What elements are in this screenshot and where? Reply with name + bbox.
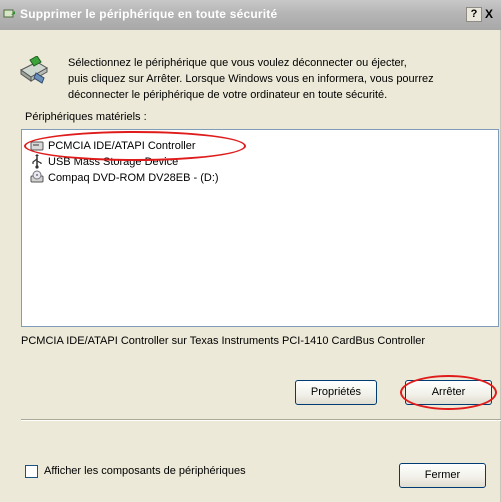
close-button[interactable]: Fermer <box>399 463 486 488</box>
usb-icon <box>32 154 42 169</box>
hardware-devices-list[interactable]: PCMCIA IDE/ATAPI Controller USB Mass Sto… <box>21 129 499 327</box>
dvd-drive-icon <box>30 170 44 183</box>
intro-line: déconnecter le périphérique de votre ord… <box>68 89 388 101</box>
safely-remove-hardware-icon <box>3 9 15 18</box>
hardware-devices-label: Périphériques matériels : <box>25 111 147 123</box>
show-components-checkbox[interactable] <box>25 465 38 478</box>
divider <box>21 419 501 421</box>
pcmcia-card-icon <box>30 141 44 151</box>
safely-remove-hardware-dialog: Supprimer le périphérique en toute sécur… <box>0 0 501 502</box>
list-item-label: USB Mass Storage Device <box>48 156 179 168</box>
close-window-button[interactable]: X <box>485 7 501 22</box>
list-item-label: PCMCIA IDE/ATAPI Controller <box>48 140 196 152</box>
show-components-label: Afficher les composants de périphériques <box>44 465 246 477</box>
intro-line: puis cliquez sur Arrêter. Lorsque Window… <box>68 73 434 85</box>
safely-remove-hardware-icon <box>20 56 48 84</box>
list-item-label: Compaq DVD-ROM DV28EB - (D:) <box>48 172 219 184</box>
properties-button[interactable]: Propriétés <box>295 380 377 405</box>
intro-line: Sélectionnez le périphérique que vous vo… <box>68 57 407 69</box>
selected-device-description: PCMCIA IDE/ATAPI Controller sur Texas In… <box>21 335 426 347</box>
title-bar[interactable]: Supprimer le périphérique en toute sécur… <box>0 0 501 30</box>
help-button[interactable]: ? <box>466 7 482 22</box>
window-title: Supprimer le périphérique en toute sécur… <box>20 7 278 21</box>
intro-instructions: Sélectionnez le périphérique que vous vo… <box>68 55 501 103</box>
stop-button[interactable]: Arrêter <box>405 380 492 405</box>
